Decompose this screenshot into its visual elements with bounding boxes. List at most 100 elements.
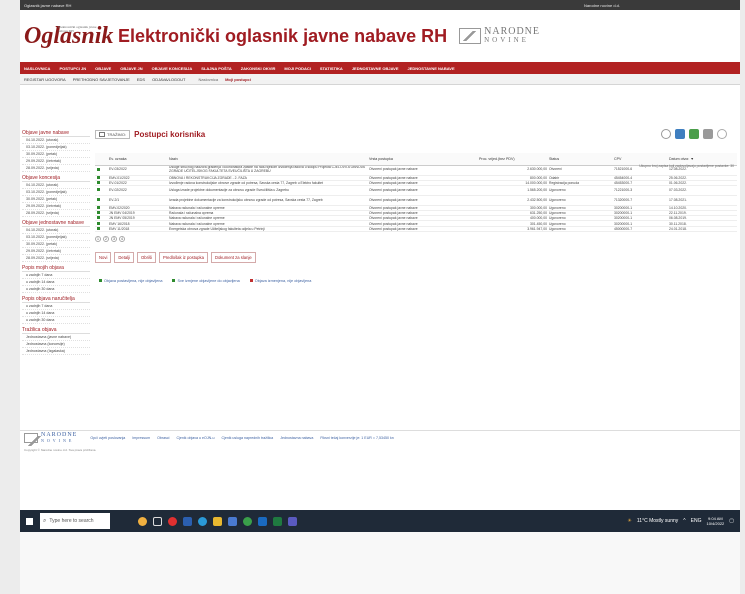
menu-item[interactable]: OBJAVE (95, 66, 111, 71)
store-icon[interactable] (228, 516, 237, 526)
sidebar-item[interactable]: u zadnjih 7 dana (22, 272, 90, 279)
page-link[interactable]: 4 (119, 235, 125, 242)
cortana-icon[interactable] (138, 516, 147, 526)
details-button[interactable]: Detalji (114, 251, 135, 263)
page-link[interactable]: 1 (95, 235, 101, 242)
notification-icon[interactable]: ▢ (729, 518, 734, 524)
sidebar-item[interactable]: 30.09.2022. (petak) (22, 151, 90, 158)
sidebar-item[interactable]: 28.09.2022. (srijeda) (22, 165, 90, 172)
weather-text[interactable]: 11°C Mostly sunny (637, 518, 678, 524)
file-explorer-icon[interactable] (213, 516, 222, 526)
template-button[interactable]: Predlošak iz postupka (158, 251, 208, 263)
edge-icon[interactable] (198, 516, 207, 526)
filter-icon[interactable] (675, 129, 685, 139)
footer-nn-logo[interactable]: NARODNE NOVINE (24, 432, 77, 446)
sidebar-section-title[interactable]: Objave jednostavne nabave (22, 220, 90, 227)
sidebar-item[interactable]: 04.10.2022. (utorak) (22, 137, 90, 144)
menu-item[interactable]: OBJAVE JN (120, 66, 142, 71)
sidebar-section-title[interactable]: Objave koncesija (22, 175, 90, 182)
sidebar-item[interactable]: 29.09.2022. (četvrtak) (22, 203, 90, 210)
excel-icon[interactable] (273, 516, 282, 526)
search-icon: ⌕ (43, 517, 47, 524)
footer-link[interactable]: Opći uvjeti poslovanja (90, 436, 125, 440)
footer-link[interactable]: Obrasci (157, 436, 169, 440)
zoom-icon[interactable] (717, 129, 727, 139)
delete-button[interactable]: Obriši (137, 251, 156, 263)
sidebar-item[interactable]: 04.10.2022. (utorak) (22, 182, 90, 189)
table-row[interactable]: EV-2/1 Izrada projektne dokumentacije za … (95, 195, 737, 206)
sidebar-section-title[interactable]: Popis mojih objava (22, 265, 90, 272)
taskbar-search[interactable]: ⌕ Type here to search (40, 513, 110, 529)
table-cell-ev: EV-02/2022 (107, 185, 167, 196)
export-icon[interactable] (689, 129, 699, 139)
column-header[interactable]: Proc. vrijed.(bez PDV) (477, 153, 547, 166)
send-document-button[interactable]: Dokument za slanje (210, 251, 256, 263)
submenu-item[interactable]: EDS (137, 77, 145, 82)
column-header[interactable]: Status (547, 153, 612, 166)
menu-item[interactable]: JEDNOSTAVNE OBJAVE (352, 66, 399, 71)
sidebar-item[interactable]: 03.10.2022. (ponedjeljak) (22, 234, 90, 241)
language-indicator[interactable]: ENG (691, 518, 702, 524)
sidebar-item[interactable]: 30.09.2022. (petak) (22, 241, 90, 248)
sidebar-section-title[interactable]: Objave javne nabave (22, 130, 90, 137)
page-link[interactable]: 2 (103, 235, 109, 242)
sidebar-item[interactable]: 29.09.2022. (četvrtak) (22, 248, 90, 255)
windows-start-button[interactable] (20, 510, 38, 532)
footer-link[interactable]: Cjenik objava u eOJN-u (176, 436, 214, 440)
opera-icon[interactable] (168, 516, 177, 526)
task-view-icon[interactable] (153, 516, 162, 526)
sidebar-section-title[interactable]: Tražilica objava (22, 327, 90, 334)
oglasnik-logo[interactable]: Oglasnik Elektronički oglasnik javne nab… (24, 23, 113, 50)
submenu-item[interactable]: REGISTAR UGOVORA (24, 77, 66, 82)
sidebar-item[interactable]: u zadnjih 7 dana (22, 303, 90, 310)
column-header[interactable]: Vrsta postupka (367, 153, 477, 166)
footer-link[interactable]: Fiksni tečaj konverzije je: 1 EUR = 7,53… (320, 436, 393, 440)
chevron-up-icon[interactable]: ^ (683, 518, 685, 524)
sidebar-item[interactable]: Jednostavna (koncesije) (22, 341, 90, 348)
sidebar-item[interactable]: 04.10.2022. (utorak) (22, 227, 90, 234)
sidebar-item[interactable]: u zadnjih 30 dana (22, 317, 90, 324)
sidebar-item[interactable]: 28.09.2022. (srijeda) (22, 210, 90, 217)
sidebar-item[interactable]: u zadnjih 14 dana (22, 279, 90, 286)
footer-link[interactable]: Cjenik usluga naprednih tražilica (221, 436, 273, 440)
menu-item[interactable]: POSTUPCI JN (59, 66, 86, 71)
sidebar-item[interactable]: u zadnjih 14 dana (22, 310, 90, 317)
menu-item[interactable]: NASLOVNICA (24, 66, 50, 71)
sidebar-item[interactable]: 03.10.2022. (ponedjeljak) (22, 189, 90, 196)
table-row[interactable]: EV-02/2022 Usluga izrade projektne dokume… (95, 185, 737, 196)
print-icon[interactable] (703, 129, 713, 139)
menu-item[interactable]: OBJAVE KONCESIJA (152, 66, 193, 71)
sidebar-item[interactable]: Jednostavna (javne nabave) (22, 334, 90, 341)
column-header[interactable]: Ev. oznaka (107, 153, 167, 166)
search-icon[interactable] (661, 129, 671, 139)
table-row[interactable]: EMV 11/2018 Energetska obnova zgrade Učit… (95, 226, 737, 232)
footer-link[interactable]: Impressum (132, 436, 150, 440)
sidebar-item[interactable]: 29.09.2022. (četvrtak) (22, 158, 90, 165)
chrome-icon[interactable] (243, 516, 252, 526)
narodne-novine-logo[interactable]: NARODNE NOVINE (459, 27, 540, 45)
teams-icon[interactable] (288, 516, 297, 526)
sidebar-item[interactable]: 03.10.2022. (ponedjeljak) (22, 144, 90, 151)
outlook-icon[interactable] (258, 516, 267, 526)
submenu-item[interactable]: ODJAVA/LOGOUT (152, 77, 185, 82)
clock[interactable]: 9:04 AM 10/4/2022 (706, 516, 724, 526)
menu-item[interactable]: JEDNOSTAVNE NABAVE (408, 66, 455, 71)
footer-link[interactable]: Jednostavna nabava (280, 436, 313, 440)
breadcrumb-home[interactable]: Naslovnica (199, 77, 219, 82)
menu-item[interactable]: SLAJNA POŠTA (201, 66, 231, 71)
green-square-icon (99, 278, 102, 282)
sidebar-item[interactable]: 28.09.2022. (srijeda) (22, 255, 90, 262)
menu-item[interactable]: STATISTIKA (320, 66, 343, 71)
word-icon[interactable] (183, 516, 192, 526)
menu-item[interactable]: MOJI PODACI (284, 66, 310, 71)
menu-item[interactable]: ZAKONSKI OKVIR (241, 66, 276, 71)
sidebar-item[interactable]: Jednostavna (Izgalaska) (22, 348, 90, 355)
column-header[interactable]: Naziv (167, 153, 367, 166)
sidebar-item[interactable]: u zadnjih 30 dana (22, 286, 90, 293)
search-tab[interactable]: TRAŽIMO: (95, 129, 131, 139)
submenu-item[interactable]: PRETHODNO SAVJETOVANJE (73, 77, 130, 82)
sidebar-item[interactable]: 30.09.2022. (petak) (22, 196, 90, 203)
page-link[interactable]: 3 (111, 235, 117, 242)
new-button[interactable]: Novi (95, 251, 112, 263)
sidebar-section-title[interactable]: Popis objava naručitelja (22, 296, 90, 303)
